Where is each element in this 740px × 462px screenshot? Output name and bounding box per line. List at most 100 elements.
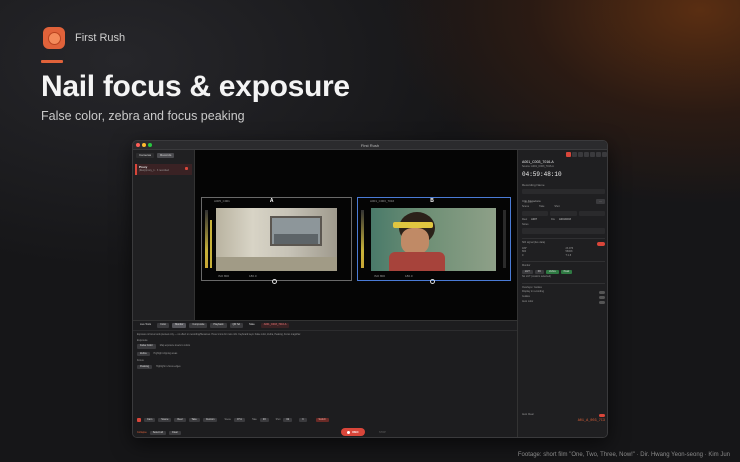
slate-cam[interactable]: Cam	[144, 417, 156, 422]
slate-value[interactable]: A001_C003_7016-A	[260, 323, 290, 328]
field-take-value[interactable]: 03	[259, 417, 269, 422]
auto-clear-toggle[interactable]	[599, 414, 605, 417]
field-scene-label: Scene	[224, 418, 231, 421]
clip-metadata-label: Clip Metadata	[522, 199, 541, 203]
field-shot-value[interactable]: 02	[283, 417, 293, 422]
sdi-toggle[interactable]	[597, 241, 605, 246]
field-scene-value[interactable]: 07 A	[233, 417, 245, 422]
tab-slate[interactable]: Slate	[246, 323, 258, 328]
monitor-right-clip: A001_C003_7016	[370, 199, 395, 203]
slate-custom[interactable]: Custom	[202, 417, 218, 422]
tab-monitor[interactable]: Monitor	[172, 323, 187, 328]
record-toolbar-icon[interactable]	[566, 152, 571, 157]
tag-fc[interactable]: FC	[534, 269, 545, 274]
slate-reel[interactable]: Reel	[174, 417, 186, 422]
stop-label[interactable]: STOP	[379, 431, 386, 435]
zebra-button[interactable]: Zebra	[137, 351, 150, 357]
false-color-button[interactable]: False Color	[137, 344, 156, 349]
tag-lut[interactable]: LUT	[522, 269, 533, 274]
close-window-icon[interactable]	[136, 143, 140, 147]
tool-icon-3[interactable]	[584, 152, 589, 157]
zebra-desc: Highlight clipping areas	[153, 352, 178, 355]
app-logo-icon	[43, 27, 65, 49]
auto-clear-area: Auto Clear A01_A_003_7C3	[522, 414, 605, 423]
monitor-right-letter: B	[430, 198, 434, 204]
metadata-menu-button[interactable]: ···	[596, 199, 605, 204]
slate-bar: Cam Scene Reel Take Custom Scene 07 A Ta…	[137, 417, 329, 422]
overlay-opt-2: Guides	[522, 295, 530, 299]
tag-zebra[interactable]: Zebra	[546, 269, 559, 274]
record-button[interactable]: REC	[341, 428, 365, 436]
tool-icon-1[interactable]	[572, 152, 577, 157]
overlays-label: Overlays / Guides	[522, 285, 542, 289]
sidebar-item-proxy[interactable]: Proxy (files)/proxy_1 · 3 recorded	[135, 164, 192, 175]
monitor-left-letter: A	[269, 198, 274, 204]
sidebar-item-sub: (files)/proxy_1 · 3 recorded	[139, 169, 169, 172]
headline: Nail focus & exposure	[41, 70, 350, 103]
audio-meter-left	[205, 210, 208, 268]
monitor-left-image	[216, 208, 337, 271]
sdi-label: SDI signal (live data)	[522, 241, 546, 245]
file-label: File	[551, 217, 556, 221]
monitor-right-iso: ISO 800	[374, 274, 386, 278]
subheadline: False color, zebra and focus peaking	[41, 109, 245, 123]
clear-button[interactable]: Clear	[168, 430, 181, 435]
tab-cameras[interactable]: Cameras	[136, 153, 155, 158]
meta-header-shot: Shot	[554, 205, 560, 208]
monitor-right-focus-icon[interactable]	[430, 279, 435, 284]
monitor-right[interactable]: A001_C003_7016 B ISO 800 180.0	[357, 197, 511, 284]
inspector-clip-name: A001_C003_7016-A	[522, 160, 554, 164]
monitor-right-shutter: 180.0	[405, 274, 413, 278]
monitor-left-focus-icon[interactable]	[272, 279, 277, 284]
no-lut-note: No LUT (custom selected)	[522, 275, 551, 278]
sdi-wb: 5600K	[565, 250, 573, 253]
sdi-iso: 800	[522, 250, 527, 253]
inspector-clip-sub: Source: A001_C003_7016-A	[522, 164, 554, 168]
footage-credit: Footage: short film "One, Two, Three, No…	[517, 452, 730, 458]
audio-meter-right	[361, 210, 364, 268]
zoom-window-icon[interactable]	[148, 143, 152, 147]
peaking-desc: Highlight in-focus edges	[156, 365, 181, 368]
overlay-toggle-3[interactable]	[599, 301, 605, 304]
overlay-opt-3: Auto color	[522, 300, 534, 304]
reel-stepper[interactable]: 3	[299, 417, 307, 422]
monitor-right-image	[371, 208, 496, 271]
monitor-left-iso: ISO 800	[218, 274, 230, 278]
recording-name-field[interactable]: Untitled	[522, 189, 605, 204]
monitor-hint: Exposure & focus tools preview only — no…	[137, 333, 301, 336]
tool-icon-2[interactable]	[578, 152, 583, 157]
monitor-left[interactable]: A005_C001 A ISO 800 180.0	[201, 197, 352, 284]
overlay-toggle-2[interactable]	[599, 296, 605, 299]
bottom-panel: Live Tools Color Monitor Composite Playb…	[133, 320, 517, 437]
false-color-desc: Map exposure levels to colors	[159, 345, 191, 348]
collapse-button[interactable]: Collapse	[137, 431, 147, 435]
peaking-button[interactable]: Peaking	[137, 364, 153, 370]
monitor-left-shutter: 180.0	[249, 274, 257, 278]
sdi-shutter: 180°	[522, 246, 528, 250]
tool-icon-6[interactable]	[602, 152, 607, 157]
record-indicator-icon	[185, 166, 188, 170]
reel-value: A007	[531, 217, 537, 221]
tab-color[interactable]: Color	[157, 323, 170, 328]
switch-button[interactable]: Switch	[315, 417, 329, 422]
reel-label: Reel	[522, 217, 528, 221]
slate-take[interactable]: Take	[188, 417, 200, 422]
minimize-window-icon[interactable]	[142, 143, 146, 147]
tab-records[interactable]: Records	[157, 153, 175, 158]
overlay-toggle-1[interactable]	[599, 291, 605, 294]
tag-peak[interactable]: Peak	[560, 269, 573, 274]
field-shot-label: Shot	[275, 418, 281, 421]
notes-label: Notes	[522, 223, 529, 226]
tab-qr[interactable]: QR Sd	[229, 323, 244, 328]
notes-field[interactable]	[522, 227, 605, 234]
auto-clear-label: Auto Clear	[522, 413, 534, 417]
tab-composite[interactable]: Composite	[189, 323, 208, 328]
tool-icon-4[interactable]	[590, 152, 595, 157]
select-all-button[interactable]: Select all	[149, 430, 166, 435]
tool-icon-5[interactable]	[596, 152, 601, 157]
slate-scene[interactable]: Scene	[158, 417, 172, 422]
tab-playback[interactable]: Playback	[210, 323, 227, 328]
brand: First Rush	[43, 27, 125, 49]
tab-live-tools[interactable]: Live Tools	[137, 323, 154, 328]
window-title: First Rush	[360, 142, 380, 148]
